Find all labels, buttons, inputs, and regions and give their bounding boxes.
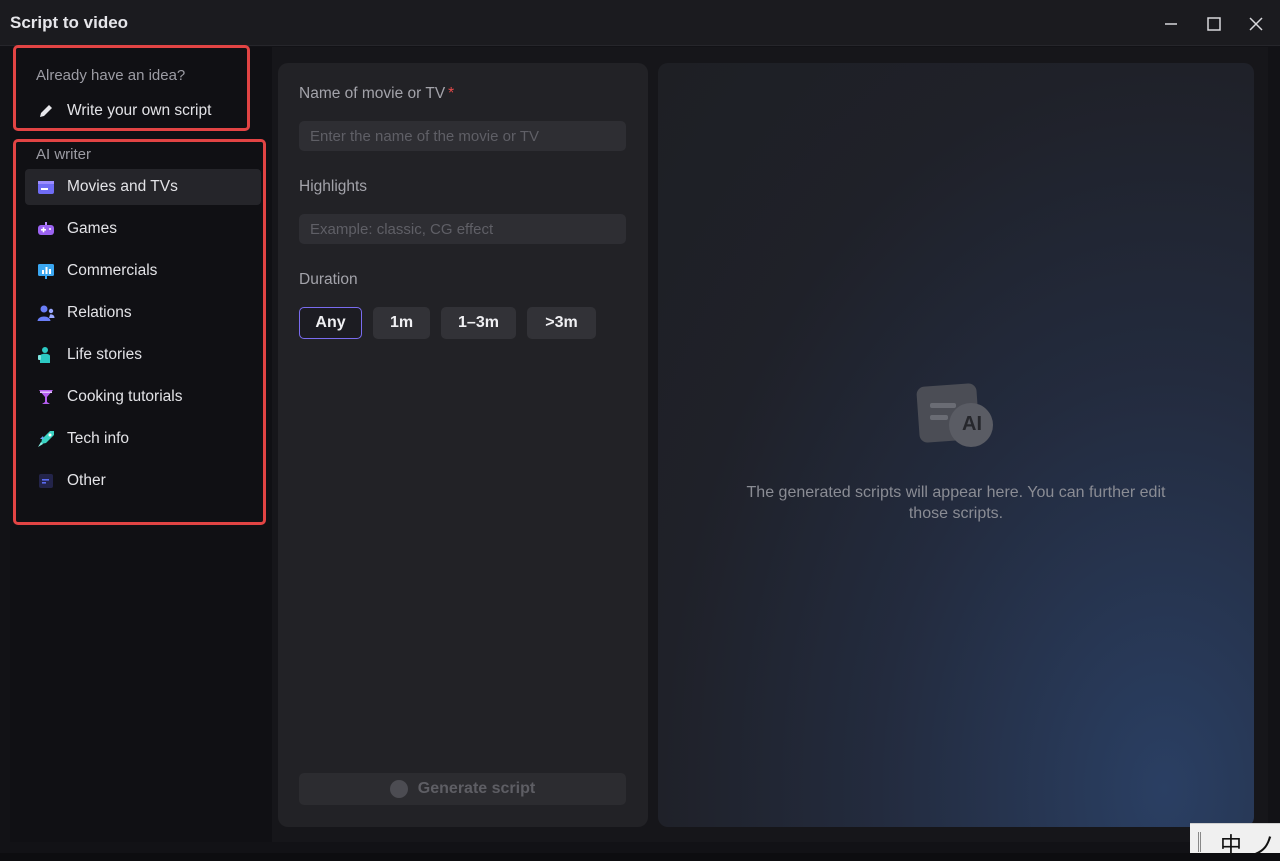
ime-drag-handle[interactable]: [1198, 832, 1201, 852]
close-button[interactable]: [1244, 12, 1268, 36]
duration-over-3m-button[interactable]: >3m: [527, 307, 596, 339]
ai-script-illustration: AI: [916, 383, 998, 453]
highlight-box-ai-writer: [13, 139, 266, 525]
title-bar: Script to video: [0, 0, 1280, 46]
sidebar: Already have an idea? Write your own scr…: [10, 45, 272, 842]
highlights-input[interactable]: [299, 214, 626, 244]
script-to-video-window: Script to video Already have an idea? Wr…: [0, 0, 1280, 860]
ime-toolbar: 中 ノ: [1190, 823, 1280, 860]
generate-script-label: Generate script: [417, 780, 536, 797]
window-title: Script to video: [10, 13, 129, 32]
script-output-panel: AI The generated scripts will appear her…: [658, 63, 1254, 827]
required-asterisk: *: [448, 85, 455, 102]
ime-mode-icon[interactable]: ノ: [1252, 826, 1276, 861]
ai-badge-text: AI: [962, 413, 982, 435]
minimize-icon: [1165, 23, 1177, 25]
loading-spinner-icon: [389, 780, 408, 798]
duration-any-button[interactable]: Any: [299, 307, 362, 339]
ime-language-indicator[interactable]: 中: [1220, 828, 1242, 860]
generate-script-button[interactable]: Generate script: [299, 773, 626, 805]
name-field-label: Name of movie or TV *: [299, 85, 454, 103]
dialog-body: Already have an idea? Write your own scr…: [10, 45, 1268, 842]
maximize-icon: [1207, 17, 1221, 31]
highlights-field-label: Highlights: [299, 178, 368, 195]
highlight-box-idea: [13, 45, 250, 131]
duration-field-label: Duration: [299, 271, 358, 288]
maximize-button[interactable]: [1202, 12, 1226, 36]
duration-1m-button[interactable]: 1m: [373, 307, 430, 339]
empty-state-message: The generated scripts will appear here. …: [746, 484, 1166, 522]
close-icon: [1249, 17, 1263, 31]
minimize-button[interactable]: [1159, 12, 1183, 36]
script-form-panel: Name of movie or TV* Highlights Duration…: [278, 63, 648, 827]
name-field-label-text: Name of movie or TV: [299, 85, 446, 102]
movie-name-input[interactable]: [299, 121, 626, 151]
duration-options: Any 1m 1–3m >3m: [299, 307, 596, 339]
duration-1-3m-button[interactable]: 1–3m: [441, 307, 516, 339]
